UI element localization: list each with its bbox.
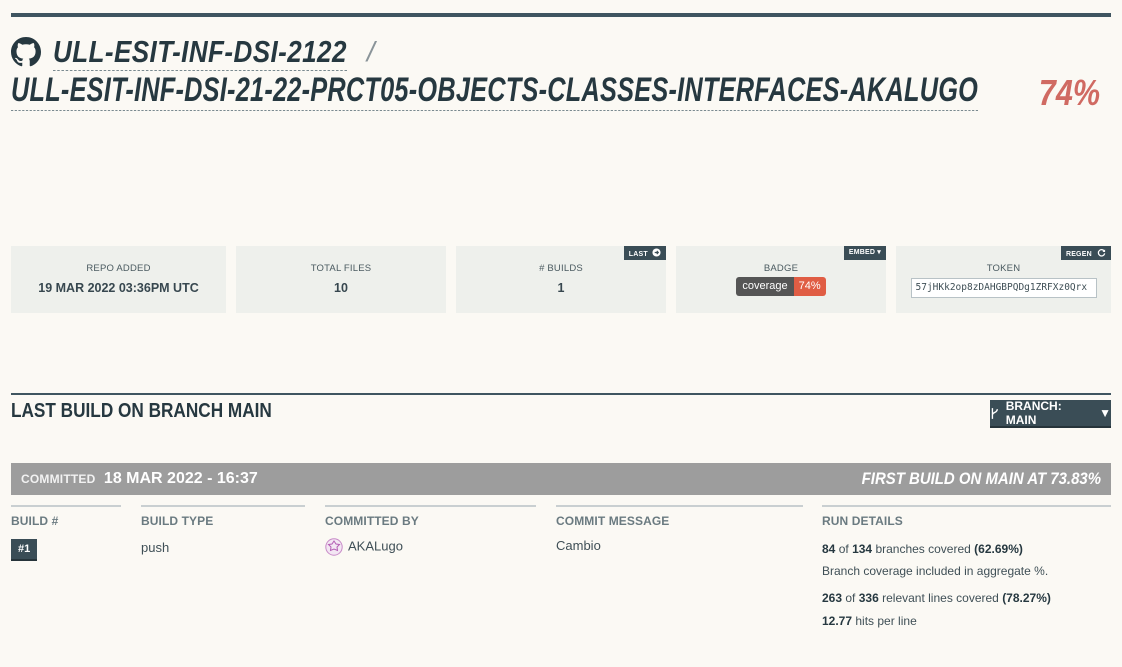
hits-value: 12.77 [822,614,853,628]
section-rule [11,393,1111,395]
lines-percent: (78.27%) [1002,591,1051,605]
top-rule [11,13,1111,17]
of-text: of [845,591,856,605]
coverage-badge: coverage 74% [736,277,826,296]
total-files-card: TOTAL FILES 10 [236,246,446,313]
badge-label: BADGE [763,263,799,274]
build-type-column: BUILD TYPE push [141,505,305,555]
repo-owner-link[interactable]: ULL-ESIT-INF-DSI-2122 [53,34,347,71]
token-card: REGEN TOKEN 57jHKk2op8zDAHGBPQDg1ZRFXz0Q… [896,246,1111,313]
hits-text: hits per line [855,614,917,628]
arrow-circle-right-icon [652,248,661,257]
committer-name[interactable]: AKALugo [348,538,403,553]
first-build-text: FIRST BUILD ON MAIN AT 73.83% [861,469,1101,488]
token-label: TOKEN [986,263,1021,274]
last-build-title: LAST BUILD ON BRANCH MAIN [11,400,272,422]
commit-bar: COMMITTED 18 MAR 2022 - 16:37 FIRST BUIL… [11,463,1111,495]
build-type-value: push [141,540,170,555]
lines-total-count: 336 [858,591,879,605]
branches-total-count: 134 [852,542,873,556]
title-separator: / [366,36,375,67]
committed-by-column: COMMITTED BY AKALugo [325,505,536,556]
caret-down-icon: ▼ [1099,406,1111,420]
refresh-icon [1097,249,1106,257]
lines-covered-line: 263 of 336 relevant lines covered (78.27… [822,591,1111,605]
branches-covered-count: 84 [822,542,836,556]
coverage-percent: 74% [1038,72,1100,113]
run-details-column: RUN DETAILS 84 of 134 branches covered (… [822,505,1111,637]
branches-covered-line: 84 of 134 branches covered (62.69%) [822,542,1111,556]
badge-card: EMBED ▾ BADGE coverage 74% [676,246,886,313]
total-files-label: TOTAL FILES [310,263,372,274]
branch-button-label: BRANCH: MAIN [1005,399,1062,427]
embed-label: EMBED [848,249,876,256]
repo-added-label: REPO ADDED [86,263,151,274]
builds-value: 1 [557,281,565,295]
build-num-header: BUILD # [11,505,121,528]
github-icon[interactable] [11,37,41,67]
regen-button[interactable]: REGEN [1060,246,1111,260]
embed-button[interactable]: EMBED ▾ [843,246,886,260]
branch-dropdown-button[interactable]: BRANCH: MAIN ▼ [990,399,1111,428]
total-files-value: 10 [334,281,348,295]
branches-text: branches covered [875,542,971,556]
repo-added-card: REPO ADDED 19 MAR 2022 03:36PM UTC [11,246,226,313]
badge-left-text: coverage [736,277,794,296]
branches-percent: (62.69%) [974,542,1023,556]
of-text: of [838,542,849,556]
committed-date: 18 MAR 2022 - 16:37 [103,470,258,487]
build-type-header: BUILD TYPE [141,505,305,528]
commit-message-header: COMMIT MESSAGE [556,505,803,528]
repo-added-value: 19 MAR 2022 03:36PM UTC [38,281,199,295]
builds-label: # BUILDS [539,263,583,274]
token-input[interactable]: 57jHKk2op8zDAHGBPQDg1ZRFXz0Qrx [910,278,1097,298]
run-details-header: RUN DETAILS [822,505,1111,528]
branch-icon [991,407,998,419]
repo-title-row: ULL-ESIT-INF-DSI-2122 / [11,34,375,71]
regen-label: REGEN [1065,251,1092,258]
build-num-column: BUILD # #1 [11,505,121,561]
avatar [325,538,343,556]
repo-name-link[interactable]: ULL-ESIT-INF-DSI-21-22-PRCT05-OBJECTS-CL… [11,70,979,111]
build-number-link[interactable]: #1 [11,539,38,561]
last-label: LAST [628,251,648,258]
commit-message-column: COMMIT MESSAGE Cambio [556,505,803,553]
commit-message-value: Cambio [556,538,601,553]
badge-right-text: 74% [793,277,826,296]
last-build-button[interactable]: LAST [623,246,666,260]
builds-card: LAST # BUILDS 1 [456,246,666,313]
caret-down-icon: ▾ [877,249,881,256]
committed-label: COMMITTED [21,472,96,486]
committed-by-header: COMMITTED BY [325,505,536,528]
aggregate-note: Branch coverage included in aggregate %. [822,564,1049,578]
hits-per-line: 12.77 hits per line [822,614,1111,628]
lines-text: relevant lines covered [882,591,999,605]
lines-covered-count: 263 [822,591,843,605]
